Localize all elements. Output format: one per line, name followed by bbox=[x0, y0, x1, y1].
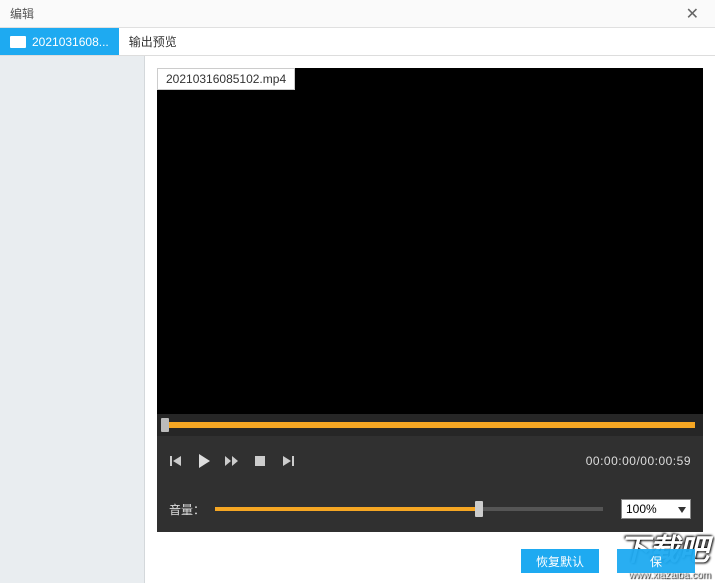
progress-fill bbox=[165, 422, 695, 428]
progress-track[interactable] bbox=[165, 422, 695, 428]
sidebar bbox=[0, 56, 145, 583]
tab-bar: 2021031608... 输出预览 bbox=[0, 28, 715, 56]
footer-buttons: 恢复默认 保 bbox=[521, 549, 695, 573]
tab-output-preview[interactable]: 输出预览 bbox=[119, 28, 187, 55]
tab-file-label: 2021031608... bbox=[32, 35, 109, 49]
stop-icon[interactable] bbox=[253, 454, 267, 468]
file-icon bbox=[10, 36, 26, 48]
save-button[interactable]: 保 bbox=[617, 549, 695, 573]
volume-thumb[interactable] bbox=[475, 501, 483, 517]
volume-select[interactable]: 100% bbox=[621, 499, 691, 519]
play-icon[interactable] bbox=[197, 454, 211, 468]
volume-slider[interactable] bbox=[215, 507, 603, 511]
chevron-down-icon bbox=[678, 502, 686, 516]
close-icon[interactable]: ✕ bbox=[680, 2, 705, 26]
volume-label: 音量： bbox=[169, 501, 205, 518]
volume-fill bbox=[215, 507, 479, 511]
player-controls: 00:00:00/00:00:59 bbox=[157, 436, 703, 486]
time-display: 00:00:00/00:00:59 bbox=[586, 454, 691, 468]
restore-default-button[interactable]: 恢复默认 bbox=[521, 549, 599, 573]
volume-row: 音量： 100% bbox=[157, 486, 703, 532]
progress-bar[interactable] bbox=[157, 414, 703, 436]
controls-left bbox=[169, 454, 295, 468]
skip-forward-icon[interactable] bbox=[281, 454, 295, 468]
content: 20210316085102.mp4 bbox=[145, 56, 715, 583]
volume-value: 100% bbox=[626, 502, 657, 516]
filename-tooltip: 20210316085102.mp4 bbox=[157, 68, 295, 90]
save-label: 保 bbox=[650, 553, 662, 570]
titlebar: 编辑 ✕ bbox=[0, 0, 715, 28]
tab-file[interactable]: 2021031608... bbox=[0, 28, 119, 55]
progress-thumb[interactable] bbox=[161, 418, 169, 432]
fast-forward-icon[interactable] bbox=[225, 454, 239, 468]
skip-back-icon[interactable] bbox=[169, 454, 183, 468]
main-area: 20210316085102.mp4 bbox=[0, 56, 715, 583]
video-preview[interactable] bbox=[157, 68, 703, 414]
restore-default-label: 恢复默认 bbox=[536, 553, 584, 570]
window-title: 编辑 bbox=[10, 5, 34, 22]
tab-preview-label: 输出预览 bbox=[129, 33, 177, 50]
